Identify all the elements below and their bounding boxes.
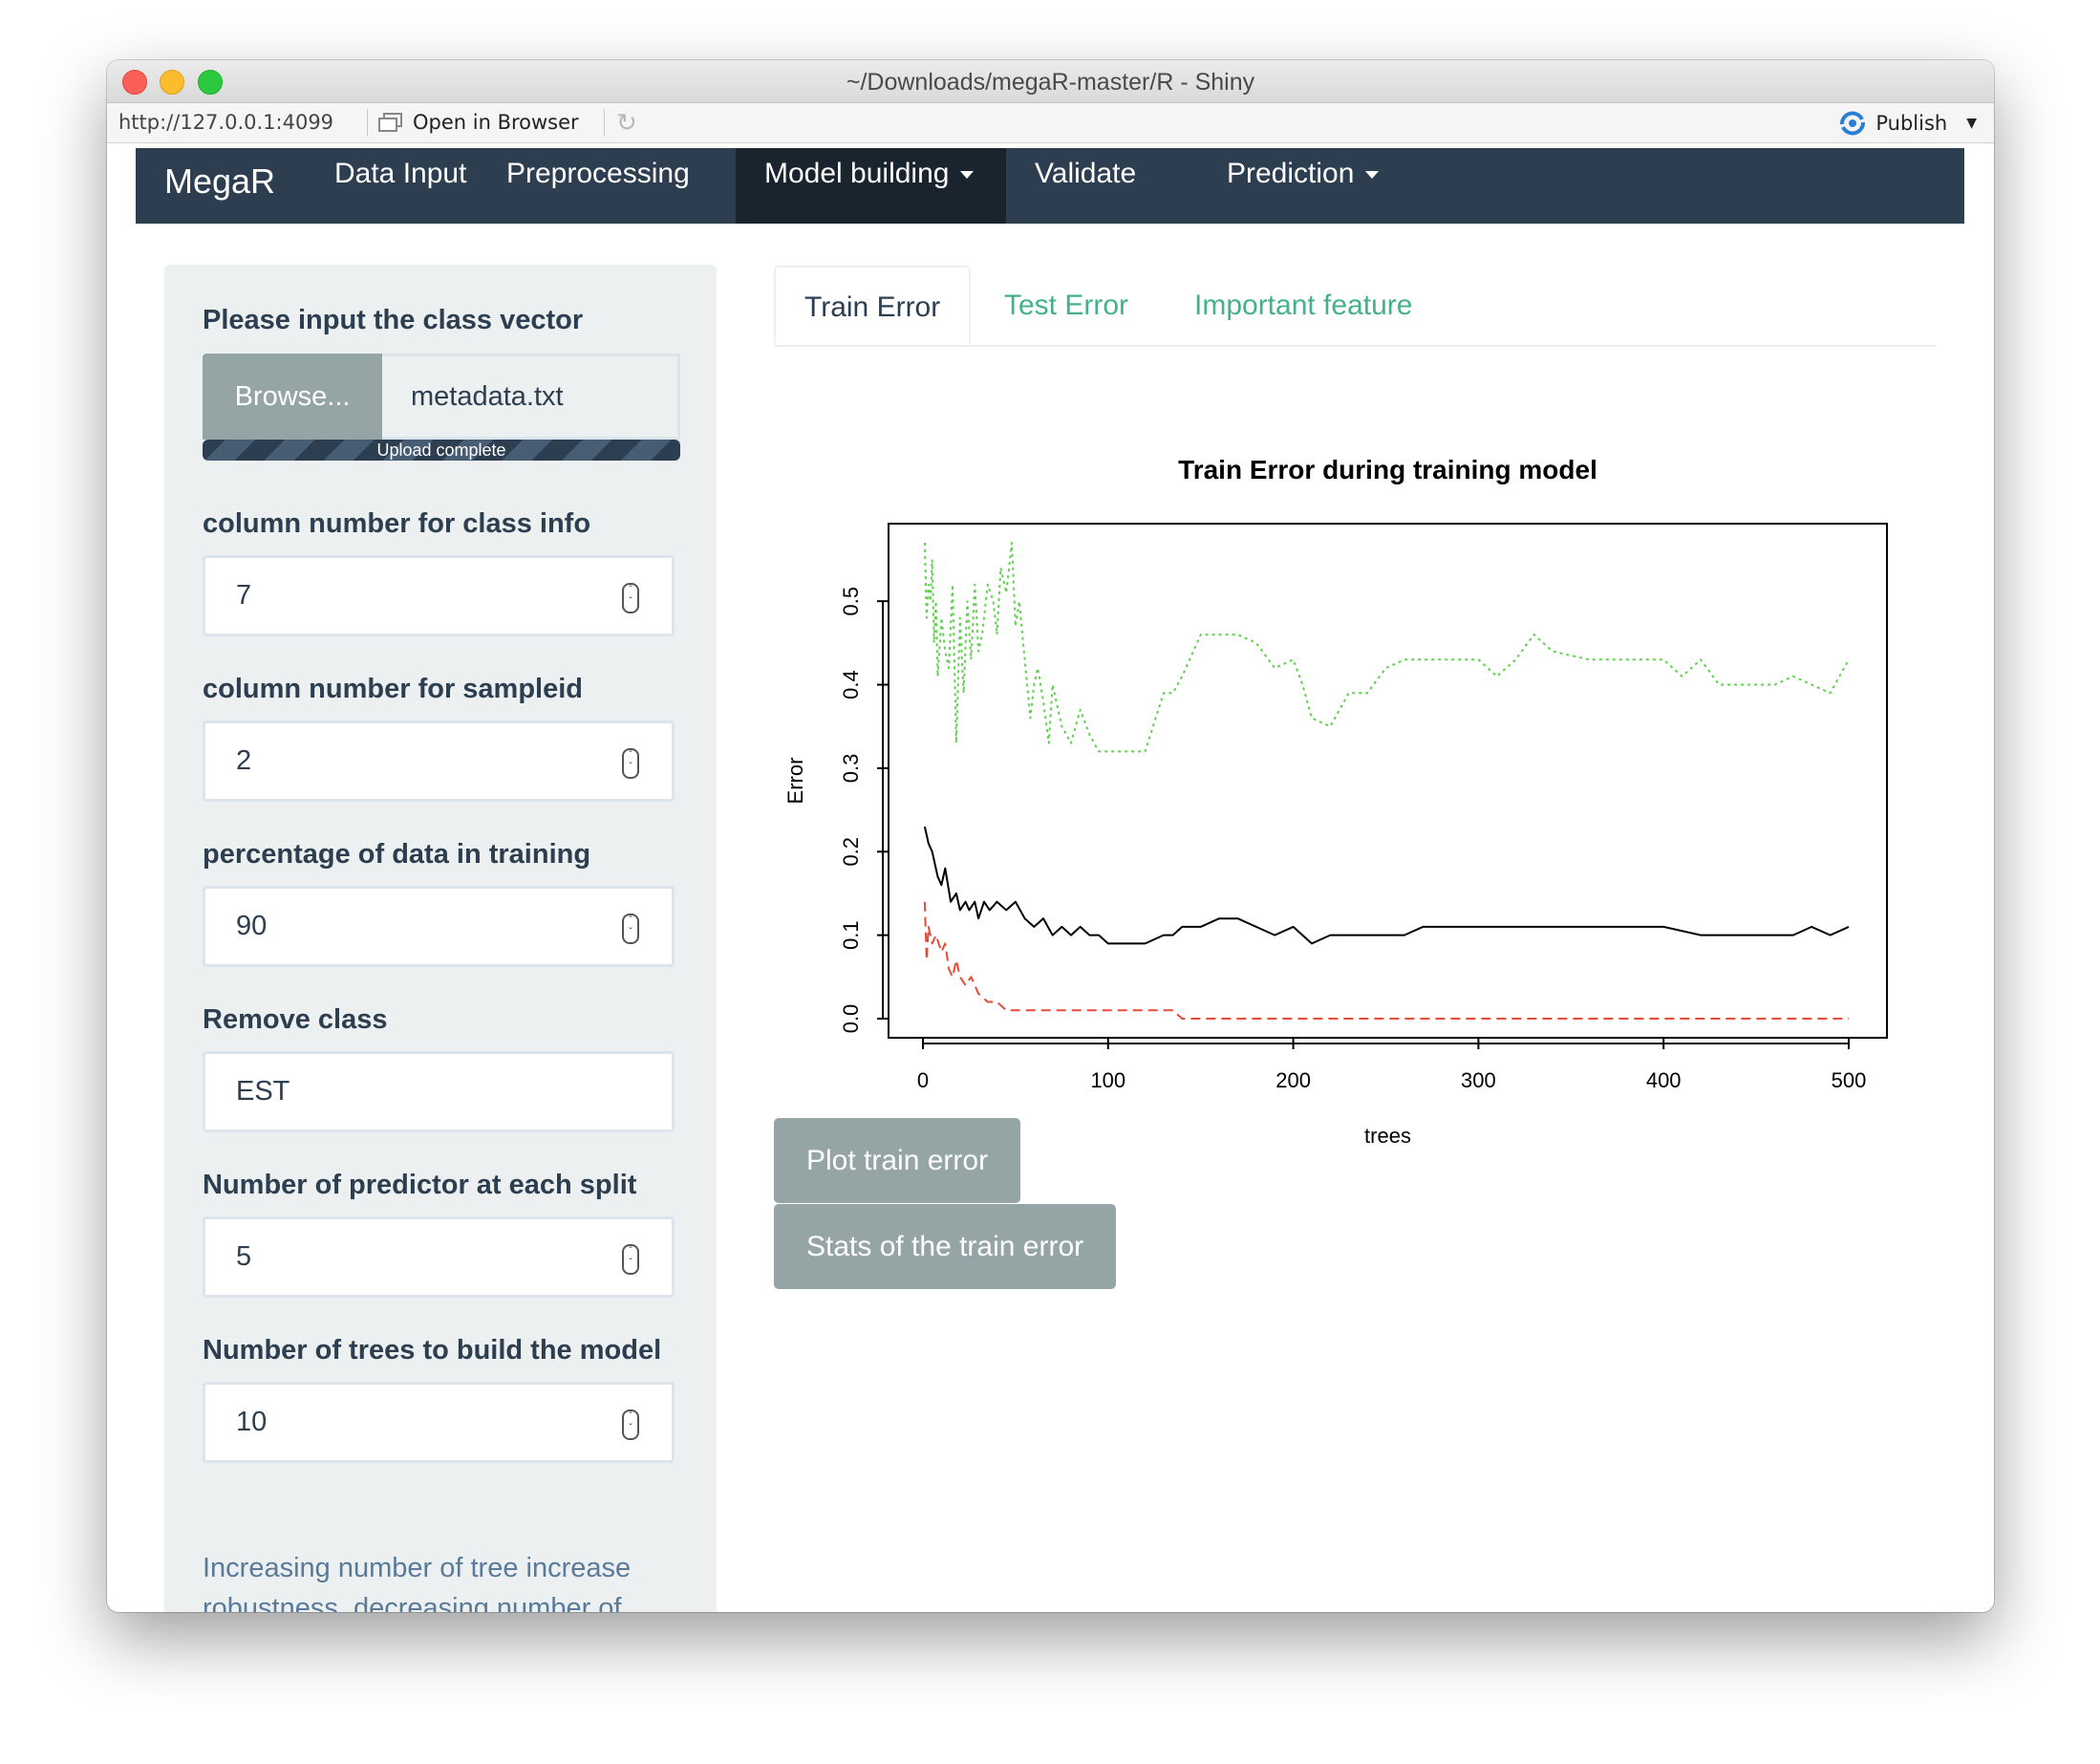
spinner-icon[interactable]: ˆˇ (622, 748, 639, 779)
nav-validate-label: Validate (1035, 158, 1137, 189)
chart-title: Train Error during training model (1178, 455, 1597, 484)
plot-train-error-button[interactable]: Plot train error (774, 1118, 1021, 1203)
publish-label: Publish (1875, 112, 1948, 135)
nav-data-input-label: Data Input (334, 158, 467, 189)
nav-model-building-label: Model building (764, 158, 950, 189)
x-tick-label: 200 (1275, 1068, 1311, 1092)
class-info-label: column number for class info (203, 508, 591, 539)
ntree-label: Number of trees to build the model (203, 1335, 662, 1366)
toolbar-separator (367, 109, 368, 136)
ntree-input[interactable]: 10 ˆˇ (203, 1382, 675, 1463)
url-field[interactable]: http://127.0.0.1:4099 (118, 111, 333, 134)
train-error-plot: Train Error during training model 0 100 200… (783, 455, 1888, 1148)
x-tick-label: 500 (1832, 1068, 1867, 1092)
nav-data-input[interactable]: Data Input (306, 148, 495, 224)
spinner-icon[interactable]: ˆˇ (622, 1409, 639, 1440)
series-line-0 (923, 826, 1850, 945)
viewer-toolbar: http://127.0.0.1:4099 Open in Browser ↻ … (107, 103, 1994, 143)
plot-frame (888, 523, 1888, 1039)
dropdown-caret-icon (960, 171, 975, 180)
help-text: Increasing number of tree increase robus… (203, 1553, 632, 1612)
sidebar-panel: Please input the class vector Browse... … (164, 265, 717, 1612)
mtry-input[interactable]: 5 ˆˇ (203, 1216, 675, 1298)
nav-preprocessing[interactable]: Preprocessing (478, 148, 718, 224)
sampleid-value: 2 (236, 745, 252, 776)
mtry-label: Number of predictor at each split (203, 1170, 637, 1200)
ntree-value: 10 (236, 1407, 268, 1437)
spinner-icon[interactable]: ˆˇ (622, 914, 639, 944)
class-vector-label: Please input the class vector (203, 305, 584, 335)
open-in-browser-button[interactable]: Open in Browser (378, 111, 579, 134)
class-info-input[interactable]: 7 ˆˇ (203, 555, 675, 636)
remove-class-label: Remove class (203, 1004, 388, 1035)
upload-progress-bar: Upload complete (203, 440, 680, 461)
class-info-value: 7 (236, 580, 252, 611)
open-in-browser-label: Open in Browser (413, 111, 579, 134)
nav-preprocessing-label: Preprocessing (506, 158, 690, 189)
app-window: ~/Downloads/megaR-master/R - Shiny http:… (107, 60, 1994, 1612)
publish-button[interactable]: Publish ▼ (1837, 111, 1977, 136)
brand-logo[interactable]: MegaR (164, 161, 275, 202)
y-tick-label: 0.0 (839, 1004, 863, 1034)
title-bar: ~/Downloads/megaR-master/R - Shiny (107, 60, 1994, 103)
publish-icon (1840, 111, 1866, 136)
nav-model-building[interactable]: Model building (736, 148, 1006, 224)
tab-important-feature-label: Important feature (1194, 290, 1413, 321)
y-tick-label: 0.3 (839, 754, 863, 784)
remove-class-value: EST (236, 1076, 290, 1107)
refresh-icon[interactable]: ↻ (616, 109, 637, 138)
toolbar-separator (604, 109, 605, 136)
dropdown-caret-icon (1365, 171, 1380, 180)
y-tick-label: 0.1 (839, 920, 863, 950)
nav-prediction[interactable]: Prediction (1198, 148, 1407, 224)
y-tick-label: 0.5 (839, 587, 863, 616)
y-tick-label: 0.2 (839, 837, 863, 867)
stats-train-error-button[interactable]: Stats of the train error (774, 1204, 1117, 1289)
tab-train-error-label: Train Error (804, 291, 941, 323)
y-tick-label: 0.4 (839, 670, 863, 699)
y-axis-label: Error (783, 758, 807, 805)
training-pct-input[interactable]: 90 ˆˇ (203, 886, 675, 967)
training-pct-value: 90 (236, 911, 268, 941)
x-tick-label: 400 (1646, 1068, 1682, 1092)
tab-train-error[interactable]: Train Error (774, 266, 972, 345)
file-input: Browse... metadata.txt (203, 354, 680, 440)
browse-button[interactable]: Browse... (203, 354, 382, 440)
spinner-icon[interactable]: ˆˇ (622, 1244, 639, 1275)
spinner-icon[interactable]: ˆˇ (622, 583, 639, 613)
mtry-value: 5 (236, 1241, 252, 1272)
x-tick-label: 100 (1090, 1068, 1125, 1092)
remove-class-input[interactable]: EST (203, 1051, 675, 1132)
tab-test-error[interactable]: Test Error (975, 266, 1157, 345)
series-line-2 (923, 542, 1850, 753)
training-pct-label: percentage of data in training (203, 839, 591, 870)
tab-test-error-label: Test Error (1004, 290, 1129, 321)
window-title: ~/Downloads/megaR-master/R - Shiny (846, 69, 1255, 96)
x-tick-label: 300 (1461, 1068, 1496, 1092)
nav-validate[interactable]: Validate (1006, 148, 1165, 224)
sampleid-label: column number for sampleid (203, 674, 583, 704)
navbar: MegaR Data Input Preprocessing Model bui… (136, 148, 1964, 224)
tab-bar: Train Error Test Error Important feature (774, 266, 1936, 347)
file-name-field[interactable]: metadata.txt (382, 354, 680, 440)
sampleid-input[interactable]: 2 ˆˇ (203, 721, 675, 802)
x-axis-label: trees (1364, 1124, 1411, 1148)
series-line-1 (923, 901, 1849, 1020)
open-in-browser-icon (378, 113, 402, 132)
nav-prediction-label: Prediction (1227, 158, 1355, 189)
chevron-down-icon[interactable]: ▼ (1966, 116, 1977, 131)
tab-important-feature[interactable]: Important feature (1166, 266, 1441, 345)
x-tick-label: 0 (917, 1068, 929, 1092)
